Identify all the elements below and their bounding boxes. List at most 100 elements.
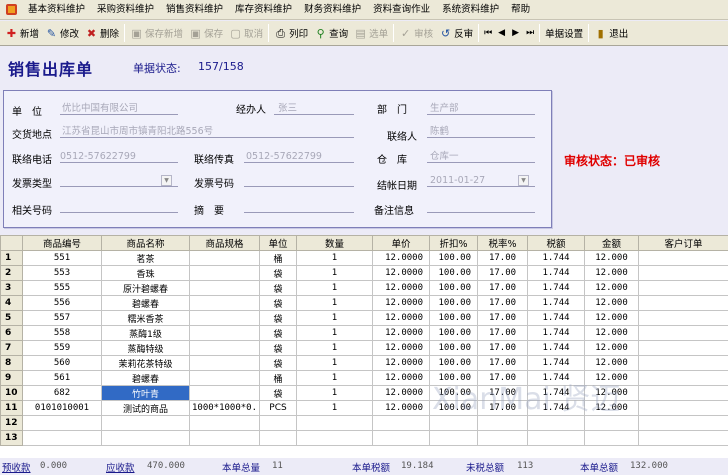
menu-basic-data[interactable]: 基本资料维护 [22, 0, 91, 20]
cell-spec[interactable] [189, 265, 260, 281]
cell-order[interactable] [638, 355, 728, 371]
cell-discount[interactable]: 100.00 [429, 265, 478, 281]
table-row[interactable]: 12 [0, 415, 728, 431]
cell-code[interactable]: 559 [22, 340, 102, 356]
query-button[interactable]: ⚲ 查询 [311, 23, 351, 44]
cell-unit[interactable]: PCS [259, 400, 297, 416]
cell-tax[interactable] [527, 430, 585, 446]
cell-order[interactable] [638, 265, 728, 281]
cell-qty[interactable]: 1 [296, 400, 373, 416]
cell-qty[interactable]: 1 [296, 325, 373, 341]
menu-inventory[interactable]: 库存资料维护 [229, 0, 298, 20]
cell-unit[interactable]: 袋 [259, 325, 297, 341]
cell-tax-rate[interactable]: 17.00 [477, 265, 528, 281]
print-button[interactable]: ⎙ 列印 [271, 23, 311, 44]
receivable-link[interactable]: 应收款 [106, 460, 135, 474]
cell-name[interactable]: 测试的商品 [101, 400, 190, 416]
cell-amount[interactable] [584, 430, 639, 446]
table-row[interactable]: 13 [0, 430, 728, 446]
cell-tax-rate[interactable]: 17.00 [477, 355, 528, 371]
cell-tax[interactable]: 1.744 [527, 295, 585, 311]
cell-unit[interactable]: 袋 [259, 385, 297, 401]
cell-price[interactable]: 12.0000 [372, 340, 430, 356]
cell-amount[interactable]: 12.000 [584, 370, 639, 386]
col-header-price[interactable]: 单价 [372, 235, 430, 251]
cell-unit[interactable]: 袋 [259, 295, 297, 311]
cell-name[interactable]: 茗茶 [101, 250, 190, 266]
cell-spec[interactable] [189, 310, 260, 326]
cell-code[interactable]: 558 [22, 325, 102, 341]
table-row[interactable]: 6 558 蒸酶1级 袋 1 12.0000 100.00 17.00 1.744 12.000 [0, 325, 728, 341]
cell-discount[interactable]: 100.00 [429, 295, 478, 311]
col-header-spec[interactable]: 商品规格 [189, 235, 260, 251]
menu-query[interactable]: 资料查询作业 [367, 0, 436, 20]
cell-code[interactable]: 553 [22, 265, 102, 281]
table-row[interactable]: 10 682 竹叶青 袋 1 12.0000 100.00 17.00 1.744 12.000 [0, 385, 728, 401]
menu-finance[interactable]: 财务资料维护 [298, 0, 367, 20]
last-record-icon[interactable]: ⏭ [523, 23, 537, 44]
cell-order[interactable] [638, 295, 728, 311]
table-row[interactable]: 11 0101010001 测试的商品 1000*1000*0. PCS 1 12.0000… [0, 400, 728, 416]
cell-code[interactable]: 556 [22, 295, 102, 311]
cell-price[interactable]: 12.0000 [372, 370, 430, 386]
first-record-icon[interactable]: ⏮ [481, 23, 495, 44]
cell-tax[interactable]: 1.744 [527, 265, 585, 281]
cell-code[interactable] [22, 430, 102, 446]
row-number[interactable]: 9 [0, 370, 23, 386]
cell-amount[interactable]: 12.000 [584, 325, 639, 341]
cell-discount[interactable]: 100.00 [429, 370, 478, 386]
cell-order[interactable] [638, 370, 728, 386]
cell-amount[interactable] [584, 415, 639, 431]
cell-order[interactable] [638, 280, 728, 296]
cell-qty[interactable]: 1 [296, 370, 373, 386]
cell-order[interactable] [638, 340, 728, 356]
cell-tax[interactable]: 1.744 [527, 310, 585, 326]
detail-grid[interactable]: 商品编号 商品名称 商品规格 单位 数量 单价 折扣% 税率% 税额 金额 客户… [0, 235, 728, 458]
remark-field[interactable] [427, 199, 535, 213]
cell-qty[interactable]: 1 [296, 340, 373, 356]
cell-tax-rate[interactable]: 17.00 [477, 250, 528, 266]
table-row[interactable]: 7 559 蒸酶特级 袋 1 12.0000 100.00 17.00 1.744 12.000 [0, 340, 728, 356]
cell-order[interactable] [638, 430, 728, 446]
table-row[interactable]: 5 557 糯米香茶 袋 1 12.0000 100.00 17.00 1.744 12.000 [0, 310, 728, 326]
table-row[interactable]: 4 556 碧螺春 袋 1 12.0000 100.00 17.00 1.744 12.000 [0, 295, 728, 311]
save-new-button[interactable]: ▣ 保存新增 [127, 23, 186, 44]
cell-tax[interactable]: 1.744 [527, 400, 585, 416]
cell-name[interactable]: 茉莉花茶特级 [101, 355, 190, 371]
cell-price[interactable]: 12.0000 [372, 250, 430, 266]
row-number[interactable]: 1 [0, 250, 23, 266]
cell-amount[interactable]: 12.000 [584, 295, 639, 311]
cell-tax-rate[interactable]: 17.00 [477, 325, 528, 341]
row-number[interactable]: 6 [0, 325, 23, 341]
cell-tax[interactable] [527, 415, 585, 431]
cell-name[interactable] [101, 430, 190, 446]
ref-no-field[interactable] [60, 199, 178, 213]
cell-tax[interactable]: 1.744 [527, 340, 585, 356]
col-header-unit[interactable]: 单位 [259, 235, 297, 251]
cell-spec[interactable] [189, 430, 260, 446]
col-header-discount[interactable]: 折扣% [429, 235, 478, 251]
col-header-tax[interactable]: 税额 [527, 235, 585, 251]
cell-price[interactable]: 12.0000 [372, 295, 430, 311]
cell-spec[interactable] [189, 370, 260, 386]
edit-button[interactable]: ✎ 修改 [42, 23, 82, 44]
cell-price[interactable]: 12.0000 [372, 385, 430, 401]
cell-discount[interactable]: 100.00 [429, 400, 478, 416]
row-number[interactable]: 13 [0, 430, 23, 446]
save-button[interactable]: ▣ 保存 [186, 23, 226, 44]
cell-amount[interactable]: 12.000 [584, 355, 639, 371]
next-record-icon[interactable]: ▶ [509, 23, 523, 44]
prev-record-icon[interactable]: ◀ [495, 23, 509, 44]
audit-button[interactable]: ✓ 审核 [396, 23, 436, 44]
cell-tax[interactable]: 1.744 [527, 370, 585, 386]
cancel-button[interactable]: ▢ 取消 [226, 23, 266, 44]
menu-help[interactable]: 帮助 [505, 0, 536, 20]
cell-unit[interactable]: 袋 [259, 355, 297, 371]
row-number[interactable]: 3 [0, 280, 23, 296]
cell-discount[interactable]: 100.00 [429, 355, 478, 371]
cell-tax-rate[interactable] [477, 415, 528, 431]
row-number[interactable]: 12 [0, 415, 23, 431]
cell-order[interactable] [638, 250, 728, 266]
prepaid-link[interactable]: 预收款 [2, 460, 31, 474]
cell-spec[interactable] [189, 415, 260, 431]
